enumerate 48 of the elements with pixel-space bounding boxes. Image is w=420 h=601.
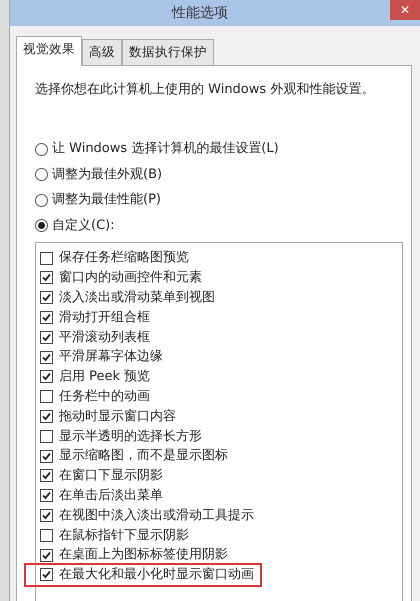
checkbox-label: 在单击后淡出菜单	[59, 486, 163, 505]
checkbox-label: 显示半透明的选择长方形	[59, 428, 202, 446]
checkbox-label: 平滑滚动列表框	[59, 328, 150, 347]
tab[interactable]: 高级	[82, 39, 122, 65]
intro-text: 选择你想在此计算机上使用的 Windows 外观和性能设置。	[35, 80, 376, 99]
radio-label: 自定义(C):	[52, 216, 115, 235]
radio-label: 调整为最佳性能(P)	[52, 191, 161, 210]
window-title: 性能选项	[170, 4, 229, 22]
checkbox-label: 在窗口下显示阴影	[59, 467, 163, 486]
checkbox[interactable]	[40, 291, 53, 304]
checkbox-label: 淡入淡出或滑动菜单到视图	[59, 288, 215, 307]
checkbox-label: 显示缩略图，而不是显示图标	[59, 447, 228, 466]
tab[interactable]: 数据执行保护	[122, 39, 214, 65]
checkbox[interactable]	[40, 330, 53, 344]
checkbox[interactable]	[40, 252, 53, 265]
checkbox-label: 在桌面上为图标标签使用阴影	[59, 546, 228, 564]
checkbox[interactable]	[40, 568, 53, 582]
checkbox[interactable]	[40, 469, 53, 482]
checkbox-label: 启用 Peek 预览	[59, 368, 150, 386]
checkbox[interactable]	[40, 350, 53, 364]
checkbox[interactable]	[40, 528, 53, 542]
checkbox[interactable]	[40, 548, 53, 562]
checkbox[interactable]	[40, 370, 53, 384]
checkbox-label: 保存任务栏缩略图预览	[59, 249, 189, 268]
radio-button[interactable]	[35, 194, 48, 206]
radio-button[interactable]	[35, 219, 48, 232]
close-button[interactable]: ✕	[390, 0, 420, 20]
checkbox[interactable]	[40, 430, 53, 443]
checkbox[interactable]	[40, 489, 53, 502]
checkbox-label: 在鼠标指针下显示阴影	[59, 526, 189, 545]
checkbox-label: 在视图中淡入淡出或滑动工具提示	[59, 506, 254, 525]
checkbox-label: 窗口内的动画控件和元素	[59, 269, 202, 288]
radio-label: 让 Windows 选择计算机的最佳设置(L)	[52, 140, 279, 158]
checkbox[interactable]	[40, 271, 53, 284]
checkbox-label: 在最大化和最小化时显示窗口动画	[59, 566, 254, 584]
checkbox-label: 平滑屏幕字体边缘	[59, 348, 163, 366]
checkbox-label: 拖动时显示窗口内容	[59, 408, 176, 426]
tab[interactable]: 视觉效果	[16, 36, 82, 66]
radio-label: 调整为最佳外观(B)	[52, 166, 162, 184]
checkbox-label: 任务栏中的动画	[59, 388, 150, 406]
checkbox[interactable]	[40, 450, 53, 463]
checkbox[interactable]	[40, 390, 53, 404]
checkbox[interactable]	[40, 509, 53, 522]
checkbox[interactable]	[40, 410, 53, 424]
checkbox[interactable]	[40, 311, 53, 324]
checkbox-label: 滑动打开组合框	[59, 308, 150, 327]
radio-button[interactable]	[35, 142, 48, 156]
radio-button[interactable]	[35, 168, 48, 181]
